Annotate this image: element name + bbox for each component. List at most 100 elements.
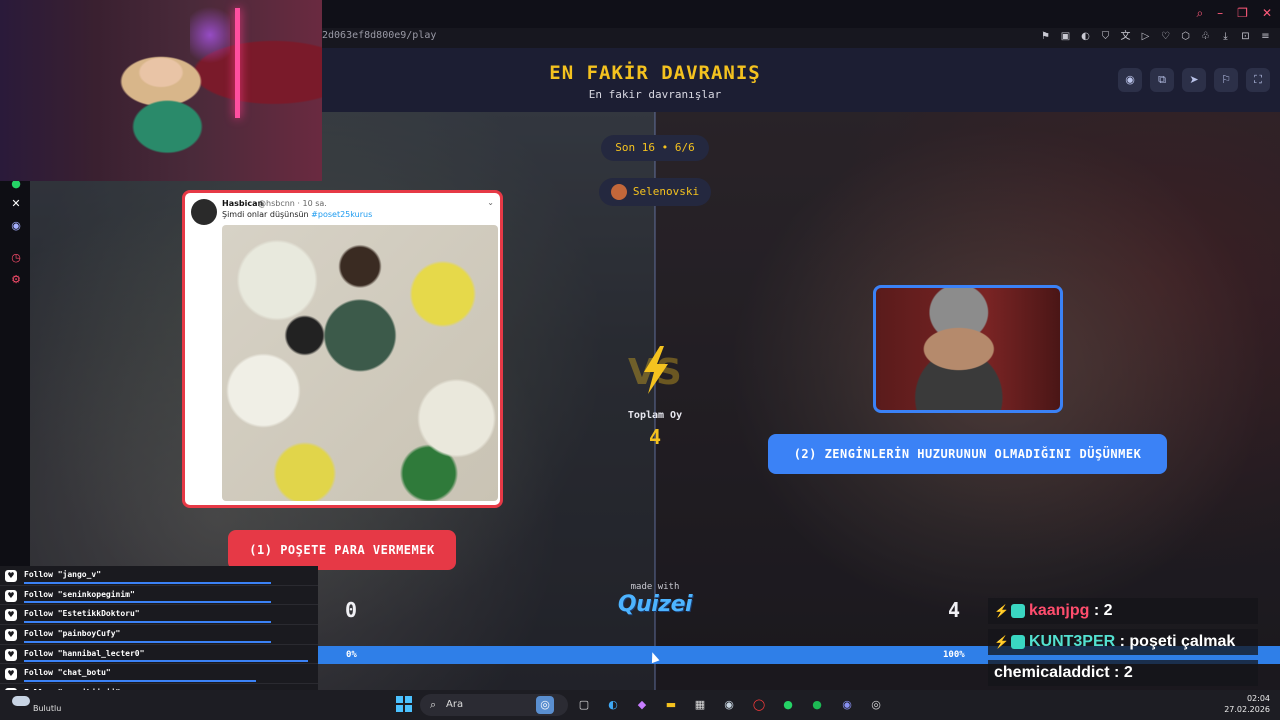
system-clock[interactable]: 02:04 27.02.2026 [1224, 693, 1270, 715]
follow-alert-row: ♥ Follow "seninkopeginim" [0, 585, 318, 606]
restore-icon[interactable]: ❐ [1237, 6, 1248, 20]
tweet-body: Şimdi onlar düşünsün [222, 210, 309, 219]
follow-alert-timer [24, 640, 271, 643]
follow-alert-row: ♥ Follow "chat_botu" [0, 664, 318, 685]
start-tile [396, 705, 403, 712]
steam-icon[interactable]: ◉ [720, 696, 738, 714]
start-button[interactable] [396, 696, 412, 712]
sidebar-icon[interactable]: ⊡ [1239, 30, 1252, 44]
follow-alert-text: Follow "painboyCufy" [24, 629, 121, 639]
chat-sub-badge-icon [1010, 603, 1025, 618]
clock-date: 27.02.2026 [1224, 705, 1270, 714]
clock-icon[interactable]: ◷ [8, 250, 24, 266]
spotify-icon[interactable]: ● [808, 696, 826, 714]
bookmark-icon[interactable]: ⚑ [1039, 30, 1052, 44]
browser-search-icon[interactable]: ⌕ [1196, 6, 1203, 20]
follow-alert-row: ♥ Follow "hannibal_lecter0" [0, 644, 318, 665]
user-name: Selenovski [632, 185, 700, 198]
edge-icon[interactable]: ◐ [604, 696, 622, 714]
option-right-card[interactable] [873, 285, 1063, 413]
play-icon[interactable]: ▷ [1139, 30, 1152, 44]
option-right-button[interactable]: (2) ZENGİNLERİN HUZURUNUN OLMADIĞINI DÜŞ… [768, 434, 1167, 474]
copilot-app-icon[interactable]: ◆ [633, 696, 651, 714]
eye-icon[interactable]: ◉ [1118, 68, 1142, 92]
follow-alert-text: Follow "hannibal_lecter0" [24, 648, 145, 658]
browser-sidebar: ● ✕ ◉ ◷ ⚙ [0, 170, 30, 570]
copilot-icon[interactable]: ◎ [536, 696, 554, 714]
tweet-photo [222, 225, 498, 501]
close-icon[interactable]: ✕ [1262, 6, 1272, 20]
chat-message: ⚡ KUNT3PER : poşeti çalmak [988, 629, 1258, 655]
folder-icon[interactable]: ▬ [662, 696, 680, 714]
purple-light [190, 0, 230, 70]
weather-label[interactable]: Bulutlu [33, 704, 61, 713]
discord-icon[interactable]: ◉ [8, 218, 24, 234]
tweet-name: Hasbican [222, 199, 264, 208]
whatsapp-taskbar-icon[interactable]: ● [779, 696, 797, 714]
start-tile [405, 705, 412, 712]
follow-alert-row: ♥ Follow "jango_v" [0, 566, 318, 586]
screen: ⌕ – ❐ ✕ 2d063ef8d800e9/play ⚑ ▣ ◐ ⛉ 文 ▷ … [0, 0, 1280, 720]
chat-badge-icon: ⚡ [994, 635, 1009, 649]
chat-separator: : [1115, 633, 1130, 650]
window-controls: ⌕ – ❐ ✕ [1196, 6, 1272, 20]
percent-left: 0% [346, 650, 357, 660]
translate-icon[interactable]: 文 [1119, 30, 1132, 44]
minimize-icon[interactable]: – [1217, 6, 1223, 20]
user-badge: Selenovski [599, 178, 711, 206]
x-icon[interactable]: ✕ [8, 196, 24, 212]
send-icon[interactable]: ➤ [1182, 68, 1206, 92]
round-indicator: Son 16 • 6/6 [601, 135, 709, 161]
taskbar: Bulutlu ⌕ Ara ◎ ▢ ◐ ◆ ▬ ▦ ◉ ◯ ● ● ◉ ◎ 02… [0, 690, 1280, 720]
quizei-logo[interactable]: Quizei [605, 592, 705, 617]
download-icon[interactable]: ⤓ [1219, 30, 1232, 44]
url-text[interactable]: 2d063ef8d800e9/play [322, 30, 436, 41]
vpn-icon[interactable]: ⛉ [1099, 30, 1112, 44]
heart-icon: ♥ [5, 668, 17, 681]
follow-alert-timer [24, 660, 308, 663]
fullscreen-icon[interactable]: ⛶ [1246, 68, 1270, 92]
flag-icon[interactable]: ⚐ [1214, 68, 1238, 92]
score-left: 0 [345, 598, 358, 622]
app-icon[interactable]: ◎ [867, 696, 885, 714]
browser-toolbar: ⚑ ▣ ◐ ⛉ 文 ▷ ♡ ⬡ ♧ ⤓ ⊡ ≡ [1039, 30, 1272, 44]
discord-taskbar-icon[interactable]: ◉ [838, 696, 856, 714]
avatar [610, 184, 627, 200]
chat-separator: : [1089, 602, 1104, 619]
follow-alert-row: ♥ Follow "EstetikkDoktoru" [0, 605, 318, 626]
settings-icon[interactable]: ⚙ [8, 272, 24, 288]
total-votes-value: 4 [648, 425, 662, 449]
heart-icon[interactable]: ♡ [1159, 30, 1172, 44]
opera-icon[interactable]: ◯ [750, 696, 768, 714]
header-actions: ◉ ⧉ ➤ ⚐ ⛶ [1118, 68, 1270, 92]
chat-username: kaanjpg [1028, 602, 1090, 619]
extensions-icon[interactable]: ♧ [1199, 30, 1212, 44]
tweet-hashtag: #poset25kurus [311, 210, 373, 219]
follow-alert-timer [24, 621, 271, 624]
chat-text: poşeti çalmak [1129, 633, 1236, 650]
chat-message: chemicaladdict : 2 [988, 660, 1258, 686]
chat-text: 2 [1123, 664, 1133, 681]
follow-alert-text: Follow "jango_v" [24, 570, 102, 579]
extension-icon[interactable]: ⬡ [1179, 30, 1192, 44]
store-icon[interactable]: ▦ [691, 696, 709, 714]
heart-icon: ♥ [5, 570, 17, 582]
shield-icon[interactable]: ◐ [1079, 30, 1092, 44]
follow-alert-text: Follow "chat_botu" [24, 668, 111, 678]
follow-alert-timer [24, 581, 271, 584]
copy-icon[interactable]: ⧉ [1150, 68, 1174, 92]
heart-icon: ♥ [5, 589, 17, 602]
neon-light [235, 8, 240, 118]
follow-alert-text: Follow "EstetikkDoktoru" [24, 609, 140, 619]
tweet-text: Şimdi onlar düşünsün #poset25kurus [222, 210, 372, 219]
cloud-icon[interactable] [12, 696, 30, 706]
follow-alert-timer [24, 601, 271, 604]
clock-time: 02:04 [1246, 694, 1270, 703]
screenshot-icon[interactable]: ▣ [1059, 30, 1072, 44]
chat-message: ⚡ kaanjpg : 2 [988, 598, 1258, 624]
tweet-avatar [191, 199, 217, 225]
menu-icon[interactable]: ≡ [1259, 30, 1272, 44]
option-left-button[interactable]: (1) POŞETE PARA VERMEMEK [228, 530, 456, 570]
task-view-icon[interactable]: ▢ [575, 696, 593, 714]
option-left-card[interactable]: Hasbican @hsbcnn · 10 sa. ⌄ Şimdi onlar … [182, 190, 503, 508]
